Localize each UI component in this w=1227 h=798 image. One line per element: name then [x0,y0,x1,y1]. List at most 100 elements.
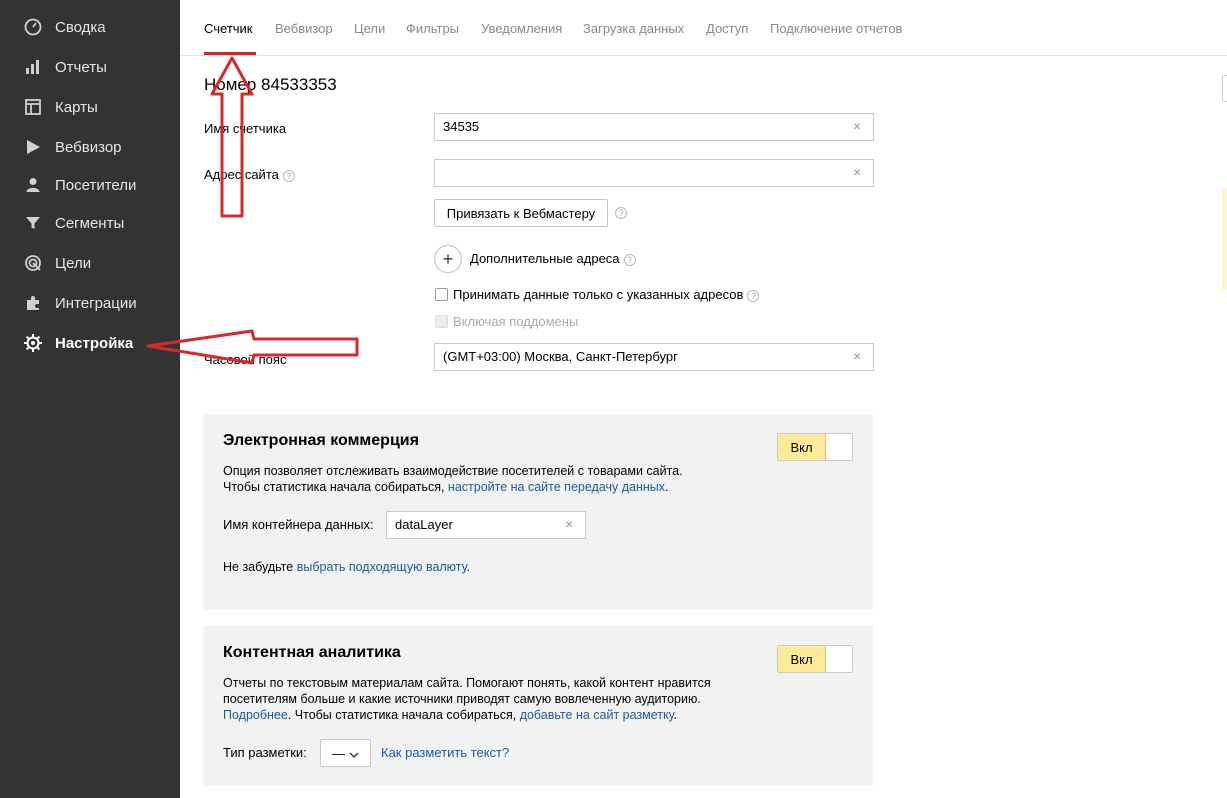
container-name-value: dataLayer [395,517,453,532]
ecommerce-desc-prefix: Чтобы статистика начала собираться, [223,480,448,494]
tab-webvisor[interactable]: Вебвизор [275,21,333,36]
clear-icon[interactable]: × [565,517,577,531]
content-analytics-panel: Контентная аналитика Вкл Отчеты по текст… [203,626,873,786]
extra-addresses-text: Дополнительные адреса [470,251,620,266]
filter-icon [23,213,43,233]
toggle-knob [826,434,852,460]
container-name-field[interactable]: dataLayer × [386,511,586,539]
site-address-field[interactable]: × [434,159,874,187]
counter-name-label: Имя счетчика [204,121,287,136]
markup-type-value: — [332,745,345,761]
sidebar-item-summary[interactable]: Сводка [0,9,180,45]
link-webmaster-button[interactable]: Привязать к Вебмастеру [434,199,608,227]
plus-icon: + [442,248,454,269]
tab-notifications[interactable]: Уведомления [481,21,562,36]
tab-counter[interactable]: Счетчик [204,21,253,36]
user-icon [23,175,43,195]
content-desc-line1: Отчеты по текстовым материалам сайта. По… [223,676,711,690]
ecommerce-panel: Электронная коммерция Вкл Опция позволяе… [203,414,873,610]
sidebar-item-label: Интеграции [55,294,137,312]
active-tab-underline [204,52,256,55]
side-panel-highlight [1222,188,1227,290]
setup-data-transfer-link[interactable]: настройте на сайте передачу данных [448,480,665,494]
ecommerce-desc-line2: Чтобы статистика начала собираться, наст… [223,479,743,495]
sidebar-item-label: Посетители [55,176,137,194]
currency-note: Не забудьте выбрать подходящую валюту. [223,559,743,575]
content-analytics-toggle[interactable]: Вкл [777,645,853,673]
content-analytics-title: Контентная аналитика [223,644,401,661]
currency-note-prefix: Не забудьте [223,560,297,574]
currency-note-suffix: . [466,560,471,574]
markup-type-label: Тип разметки: [223,745,307,760]
sidebar-item-label: Вебвизор [55,138,122,156]
tab-goals[interactable]: Цели [354,21,385,36]
include-subdomains-checkbox[interactable] [435,315,448,328]
tab-filters[interactable]: Фильтры [406,21,459,36]
counter-name-value: 34535 [443,119,480,134]
help-icon[interactable]: ? [623,253,636,266]
sidebar-item-label: Настройка [55,334,134,352]
tab-report-connection[interactable]: Подключение отчетов [770,21,902,36]
sidebar-item-visitors[interactable]: Посетители [0,167,180,203]
site-address-label: Адрес сайта? [204,167,295,182]
help-icon[interactable]: ? [747,289,760,302]
how-to-markup-link[interactable]: Как разметить текст? [381,745,509,760]
sidebar-item-label: Отчеты [55,58,107,76]
ecommerce-description: Опция позволяет отслеживать взаимодейств… [223,463,743,495]
map-layout-icon [23,97,43,117]
content-desc-line2: посетителям больше и какие источники при… [223,692,701,706]
only-specified-label: Принимать данные только с указанных адре… [453,287,760,302]
toggle-knob [826,646,852,672]
sidebar-item-webvisor[interactable]: Вебвизор [0,129,180,165]
ecommerce-toggle[interactable]: Вкл [777,433,853,461]
page-title: Номер 84533353 [204,75,337,94]
sidebar-item-maps[interactable]: Карты [0,89,180,125]
play-icon [23,137,43,157]
help-icon[interactable]: ? [282,169,295,182]
content-analytics-description: Отчеты по текстовым материалам сайта. По… [223,675,743,723]
gear-icon [23,333,43,353]
only-specified-text: Принимать данные только с указанных адре… [453,287,744,302]
clear-icon[interactable]: × [853,119,865,133]
side-panel-tab[interactable] [1222,75,1227,102]
sidebar: Сводка Отчеты Карты Вебвизор Посетители … [0,0,180,798]
choose-currency-link[interactable]: выбрать подходящую валюту [297,560,467,574]
counter-name-field[interactable]: 34535 × [434,113,874,141]
sidebar-item-label: Сводка [55,18,106,36]
include-subdomains-label: Включая поддомены [453,314,579,329]
toggle-on-label: Вкл [778,434,826,460]
dashboard-icon [23,17,43,37]
sidebar-item-settings[interactable]: Настройка [0,325,180,361]
site-address-label-text: Адрес сайта [204,167,279,182]
sidebar-item-label: Сегменты [55,214,125,232]
target-icon [23,253,43,273]
container-name-label: Имя контейнера данных: [223,517,374,532]
add-address-button[interactable]: + [434,245,462,273]
toggle-on-label: Вкл [778,646,826,672]
sidebar-item-label: Цели [55,254,92,272]
bar-chart-icon [23,57,43,77]
clear-icon[interactable]: × [853,349,865,363]
settings-tabs: Счетчик Вебвизор Цели Фильтры Уведомлени… [180,0,1227,56]
content-desc-suffix: . [673,708,678,722]
sidebar-item-integrations[interactable]: Интеграции [0,285,180,321]
help-icon[interactable]: ? [615,207,627,219]
chevron-down-icon [349,746,359,761]
sidebar-item-segments[interactable]: Сегменты [0,205,180,241]
timezone-field[interactable]: (GMT+03:00) Москва, Санкт-Петербург × [434,343,874,371]
sidebar-item-goals[interactable]: Цели [0,245,180,281]
content-desc-line3: Подробнее. Чтобы статистика начала собир… [223,707,743,723]
sidebar-item-reports[interactable]: Отчеты [0,49,180,85]
ecommerce-title: Электронная коммерция [223,432,419,449]
add-markup-link[interactable]: добавьте на сайт разметку [520,708,674,722]
sidebar-item-label: Карты [55,98,98,116]
ecommerce-desc-suffix: . [665,480,669,494]
tab-access[interactable]: Доступ [706,21,748,36]
content-desc-middle: . Чтобы статистика начала собираться, [287,708,520,722]
clear-icon[interactable]: × [853,165,865,179]
only-specified-checkbox[interactable] [435,288,448,301]
markup-type-select[interactable]: — [320,739,371,767]
more-info-link[interactable]: Подробнее [223,708,288,722]
extra-addresses-label: Дополнительные адреса? [470,251,636,266]
tab-data-upload[interactable]: Загрузка данных [583,21,684,36]
